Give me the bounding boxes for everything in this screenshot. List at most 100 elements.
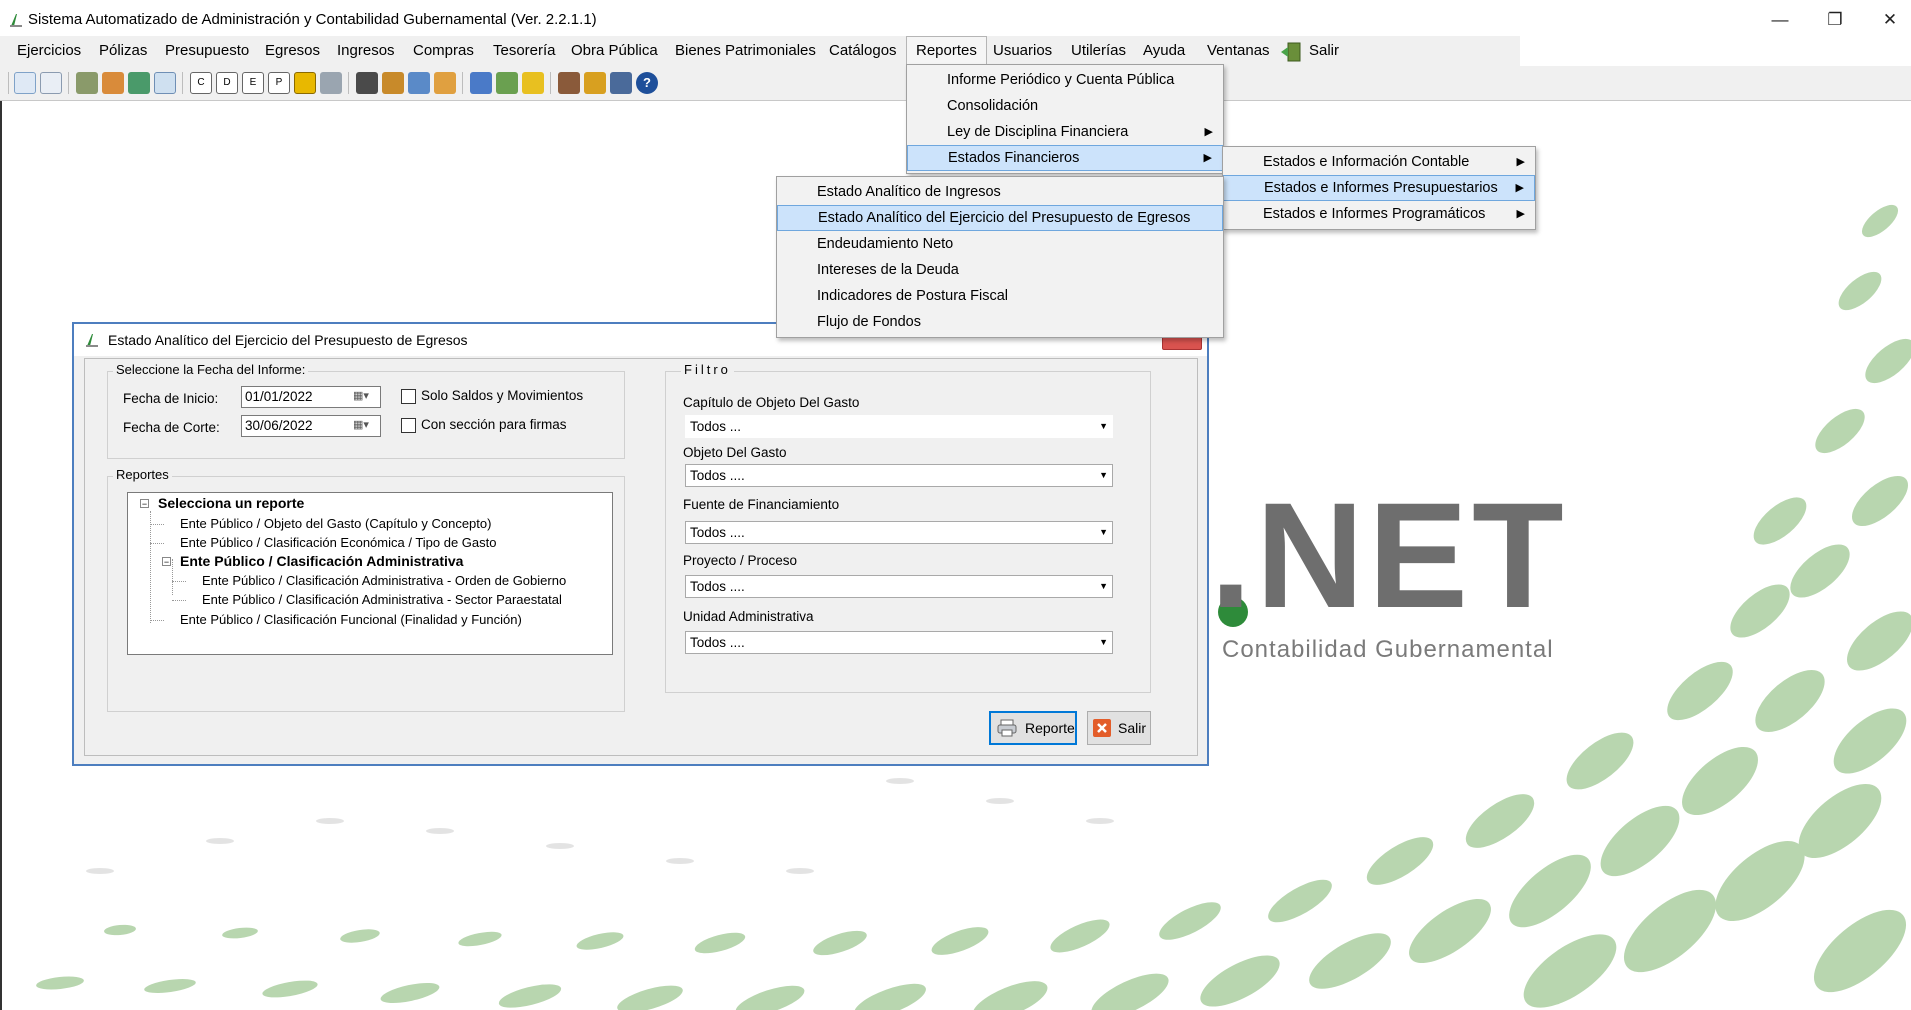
tree-node-clasificacion-administrativa[interactable]: Ente Público / Clasificación Administrat… <box>180 553 463 569</box>
proyecto-select[interactable]: Todos .... ▼ <box>685 575 1113 598</box>
menu-usuarios[interactable]: Usuarios <box>984 36 1061 66</box>
printer-icon[interactable] <box>320 72 342 94</box>
window-title: Sistema Automatizado de Administración y… <box>28 11 597 28</box>
menu-ventanas[interactable]: Ventanas <box>1198 36 1279 66</box>
salir-button[interactable]: Salir <box>1087 711 1151 745</box>
tree-node-objeto-gasto[interactable]: Ente Público / Objeto del Gasto (Capítul… <box>180 516 491 531</box>
hierarchy-icon[interactable] <box>558 72 580 94</box>
tree-node-sector-paraestatal[interactable]: Ente Público / Clasificación Administrat… <box>202 592 562 607</box>
calendar-icon[interactable]: ▦▾ <box>353 389 369 402</box>
estados-financieros-menu: Estados e Información Contable ▶ Estados … <box>1222 146 1536 230</box>
menu-estados-financieros[interactable]: Estados Financieros ▶ <box>907 145 1223 171</box>
menu-polizas[interactable]: Pólizas <box>90 36 156 66</box>
unidad-label: Unidad Administrativa <box>683 609 814 624</box>
menu-estados-presupuestarios[interactable]: Estados e Informes Presupuestarios ▶ <box>1223 175 1535 201</box>
menu-analitico-egresos[interactable]: Estado Analítico del Ejercicio del Presu… <box>777 205 1223 231</box>
menu-ayuda[interactable]: Ayuda <box>1134 36 1194 66</box>
tree-node-orden-gobierno[interactable]: Ente Público / Clasificación Administrat… <box>202 573 566 588</box>
minimize-button[interactable]: — <box>1752 0 1808 40</box>
menu-analitico-ingresos[interactable]: Estado Analítico de Ingresos <box>777 179 1223 205</box>
e-document-icon[interactable]: E <box>242 72 264 94</box>
toolbar-separator <box>182 72 183 94</box>
tree-line <box>172 600 186 601</box>
tree-root[interactable]: Selecciona un reporte <box>158 495 304 511</box>
menu-estados-contable-label: Estados e Información Contable <box>1263 154 1470 170</box>
window-left-border <box>0 101 2 1010</box>
menu-obra-publica[interactable]: Obra Pública <box>562 36 667 66</box>
capitulo-select[interactable]: Todos ... ▼ <box>685 415 1113 438</box>
tree-node-clasificacion-economica[interactable]: Ente Público / Clasificación Económica /… <box>180 535 497 550</box>
package-icon[interactable] <box>434 72 456 94</box>
menu-endeudamiento-neto[interactable]: Endeudamiento Neto <box>777 231 1223 257</box>
calendar-icon[interactable]: ▦▾ <box>353 418 369 431</box>
p-folder-icon[interactable] <box>294 72 316 94</box>
tree-line <box>150 620 164 621</box>
menu-utilerias[interactable]: Utilerías <box>1062 36 1135 66</box>
fuente-label: Fuente de Financiamiento <box>683 497 840 512</box>
grid-icon[interactable] <box>154 72 176 94</box>
filtro-group-label: Filtro <box>681 362 734 377</box>
dialog-client-area: Seleccione la Fecha del Informe: Fecha d… <box>84 358 1198 756</box>
menu-estados-programaticos[interactable]: Estados e Informes Programáticos ▶ <box>1223 201 1535 227</box>
tree-line <box>172 559 173 595</box>
calculator-icon[interactable] <box>610 72 632 94</box>
presupuestarios-menu: Estado Analítico de Ingresos Estado Anal… <box>776 176 1224 338</box>
document-icon[interactable] <box>40 72 62 94</box>
refresh-icon[interactable] <box>14 72 36 94</box>
transfer-icon[interactable] <box>408 72 430 94</box>
chevron-right-icon: ▶ <box>1516 208 1525 220</box>
tools-icon[interactable] <box>496 72 518 94</box>
collapse-icon[interactable]: − <box>140 499 149 509</box>
menu-presupuesto[interactable]: Presupuesto <box>156 36 258 66</box>
proyecto-label: Proyecto / Proceso <box>683 553 798 568</box>
report-list-icon[interactable] <box>470 72 492 94</box>
d-document-icon[interactable]: D <box>216 72 238 94</box>
unidad-select[interactable]: Todos .... ▼ <box>685 631 1113 654</box>
menu-informe-periodico[interactable]: Informe Periódico y Cuenta Pública <box>907 67 1223 93</box>
toolbar-grip <box>8 72 9 94</box>
chevron-down-icon: ▼ <box>1099 421 1108 431</box>
help-icon[interactable]: ? <box>636 72 658 94</box>
capitulo-value: Todos ... <box>690 419 742 434</box>
collapse-icon[interactable]: − <box>162 557 171 567</box>
menu-egresos[interactable]: Egresos <box>256 36 329 66</box>
users-icon[interactable] <box>584 72 606 94</box>
menu-consolidacion[interactable]: Consolidación <box>907 93 1223 119</box>
menu-intereses-deuda[interactable]: Intereses de la Deuda <box>777 257 1223 283</box>
chevron-down-icon: ▼ <box>1099 581 1108 591</box>
tree-node-clasificacion-funcional[interactable]: Ente Público / Clasificación Funcional (… <box>180 612 522 627</box>
menu-tesoreria[interactable]: Tesorería <box>484 36 565 66</box>
app-logo-icon <box>10 14 22 27</box>
clipboard-icon[interactable] <box>356 72 378 94</box>
c-document-icon[interactable]: C <box>190 72 212 94</box>
menu-bienes-patrimoniales[interactable]: Bienes Patrimoniales <box>666 36 825 66</box>
menu-ejercicios[interactable]: Ejercicios <box>8 36 90 66</box>
menu-flujo-fondos[interactable]: Flujo de Fondos <box>777 309 1223 335</box>
p-document-icon[interactable]: P <box>268 72 290 94</box>
close-window-button[interactable]: ✕ <box>1862 0 1911 40</box>
reporte-button-label: Reporte <box>1025 720 1075 736</box>
edit-icon[interactable] <box>382 72 404 94</box>
menu-compras[interactable]: Compras <box>404 36 483 66</box>
reports-icon[interactable] <box>522 72 544 94</box>
solo-saldos-checkbox[interactable] <box>401 389 416 404</box>
menu-ingresos[interactable]: Ingresos <box>328 36 404 66</box>
menu-salir[interactable]: Salir <box>1300 36 1348 66</box>
menu-reportes[interactable]: Reportes <box>906 36 987 65</box>
print-icon[interactable] <box>76 72 98 94</box>
menu-estados-financieros-label: Estados Financieros <box>948 150 1080 166</box>
menu-postura-fiscal[interactable]: Indicadores de Postura Fiscal <box>777 283 1223 309</box>
fuente-select[interactable]: Todos .... ▼ <box>685 521 1113 544</box>
chevron-down-icon: ▼ <box>1099 527 1108 537</box>
restore-button[interactable]: ❐ <box>1807 0 1863 40</box>
menu-catalogos[interactable]: Catálogos <box>820 36 906 66</box>
checklist-icon[interactable] <box>128 72 150 94</box>
menu-ley-disciplina-financiera[interactable]: Ley de Disciplina Financiera ▶ <box>907 119 1223 145</box>
reporte-button[interactable]: Reporte <box>989 711 1077 745</box>
objeto-select[interactable]: Todos .... ▼ <box>685 464 1113 487</box>
exit-door-icon[interactable] <box>1280 42 1302 62</box>
solo-saldos-label: Solo Saldos y Movimientos <box>421 388 584 403</box>
import-icon[interactable] <box>102 72 124 94</box>
menu-estados-contable[interactable]: Estados e Información Contable ▶ <box>1223 149 1535 175</box>
seccion-firmas-checkbox[interactable] <box>401 418 416 433</box>
